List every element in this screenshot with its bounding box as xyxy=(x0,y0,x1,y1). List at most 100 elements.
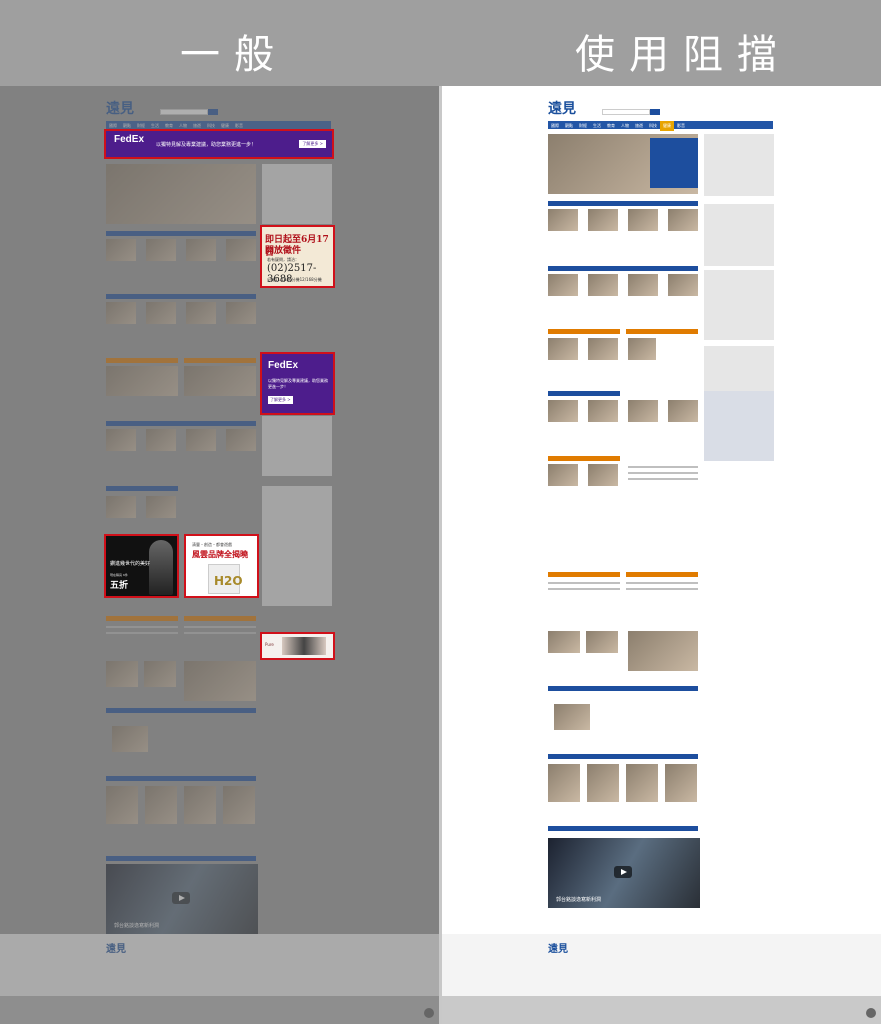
nav-item[interactable]: 生活 xyxy=(590,121,604,131)
person-photo[interactable] xyxy=(548,764,580,802)
play-icon[interactable] xyxy=(614,866,632,878)
article-thumb[interactable] xyxy=(106,496,136,518)
video-player[interactable]: 郭台銘談逸寫新利潤 xyxy=(106,864,258,934)
person-photo[interactable] xyxy=(223,786,255,824)
article-thumb[interactable] xyxy=(588,274,618,296)
nav-item[interactable]: 科技 xyxy=(646,121,660,131)
scroll-top-button[interactable] xyxy=(866,1008,876,1018)
nav-item[interactable]: 觀點 xyxy=(562,121,576,131)
article-thumb[interactable] xyxy=(146,302,176,324)
article-thumb[interactable] xyxy=(146,496,176,518)
article-thumb[interactable] xyxy=(186,429,216,451)
article-thumb[interactable] xyxy=(628,274,658,296)
nav-item[interactable]: 旅遊 xyxy=(632,121,646,131)
article-thumb[interactable] xyxy=(628,631,698,671)
article-thumb[interactable] xyxy=(628,209,658,231)
model-figure xyxy=(149,540,173,595)
nav-item[interactable]: 影音 xyxy=(674,121,688,131)
footer-logo[interactable]: 遠見 xyxy=(106,940,126,955)
person-photo[interactable] xyxy=(626,764,658,802)
blocked-page: 遠見 國際 觀點 財經 生活 教育 人物 旅遊 科技 健康 影音 郭台銘談逸寫新… xyxy=(442,86,881,996)
article-thumb[interactable] xyxy=(548,209,578,231)
nav-item[interactable]: 健康 xyxy=(660,121,674,131)
fedex-banner-ad[interactable]: FedEx 以獨特見解及專業建議，助您業務更進一步！ 了解更多 > xyxy=(104,129,334,159)
article-thumb[interactable] xyxy=(628,400,658,422)
brand-ad[interactable]: 清豐・創造・都會遊戲 風雲品牌全揭曉 H2O xyxy=(184,534,259,598)
article-thumb[interactable] xyxy=(144,661,176,687)
ad-learn-more-button[interactable]: 了解更多 > xyxy=(268,396,293,404)
article-thumb[interactable] xyxy=(106,302,136,324)
nav-item[interactable]: 財經 xyxy=(576,121,590,131)
person-photo[interactable] xyxy=(106,786,138,824)
person-photo[interactable] xyxy=(145,786,177,824)
article-thumb[interactable] xyxy=(184,661,256,701)
article-thumb[interactable] xyxy=(146,429,176,451)
search-button[interactable] xyxy=(650,109,660,115)
nav-item[interactable]: 人物 xyxy=(618,121,632,131)
article-thumb[interactable] xyxy=(588,464,618,486)
section-header xyxy=(548,826,698,831)
scroll-top-button[interactable] xyxy=(424,1008,434,1018)
sidebar-promo xyxy=(704,204,774,266)
search-input[interactable] xyxy=(602,109,650,115)
app-icons-box xyxy=(704,270,774,340)
article-thumb[interactable] xyxy=(184,366,256,396)
play-icon[interactable] xyxy=(172,892,190,904)
article-thumb[interactable] xyxy=(186,302,216,324)
person-photo[interactable] xyxy=(587,764,619,802)
section-header xyxy=(548,456,620,461)
section-header xyxy=(548,391,620,396)
article-thumb[interactable] xyxy=(548,400,578,422)
text-line xyxy=(184,632,256,634)
person-photo[interactable] xyxy=(184,786,216,824)
hero-image[interactable] xyxy=(106,164,256,224)
article-thumb[interactable] xyxy=(106,366,178,396)
article-thumb[interactable] xyxy=(668,400,698,422)
article-thumb[interactable] xyxy=(106,429,136,451)
article-thumb[interactable] xyxy=(226,239,256,261)
article-thumb[interactable] xyxy=(548,631,580,653)
article-thumb[interactable] xyxy=(554,704,590,730)
article-thumb[interactable] xyxy=(586,631,618,653)
article-thumb[interactable] xyxy=(186,239,216,261)
article-thumb[interactable] xyxy=(226,302,256,324)
article-thumb[interactable] xyxy=(226,429,256,451)
article-thumb[interactable] xyxy=(668,209,698,231)
article-thumb[interactable] xyxy=(628,338,656,360)
person-photo[interactable] xyxy=(665,764,697,802)
video-player[interactable]: 郭台銘談逸寫新利潤 xyxy=(548,838,700,908)
article-thumb[interactable] xyxy=(112,726,148,752)
jewelry-ad[interactable]: 鑽進幾世代的美好 現在購買 6件 五折 xyxy=(104,534,179,598)
site-logo[interactable]: 遠見 xyxy=(106,98,134,118)
article-thumb[interactable] xyxy=(668,274,698,296)
video-caption: 郭台銘談逸寫新利潤 xyxy=(556,897,602,903)
article-thumb[interactable] xyxy=(548,274,578,296)
text-line xyxy=(184,626,256,628)
nav-item[interactable]: 教育 xyxy=(604,121,618,131)
ad-learn-more-button[interactable]: 了解更多 > xyxy=(299,140,326,148)
article-thumb[interactable] xyxy=(588,400,618,422)
text-line xyxy=(626,588,698,590)
section-header xyxy=(548,201,698,206)
search-input[interactable] xyxy=(160,109,208,115)
search-button[interactable] xyxy=(208,109,218,115)
article-thumb[interactable] xyxy=(588,209,618,231)
article-thumb[interactable] xyxy=(548,338,578,360)
ad-label: Pure xyxy=(265,642,274,647)
nav-item[interactable]: 國際 xyxy=(548,121,562,131)
article-thumb[interactable] xyxy=(106,239,136,261)
article-thumb[interactable] xyxy=(106,661,138,687)
blocked-panel: 遠見 國際 觀點 財經 生活 教育 人物 旅遊 科技 健康 影音 郭台銘談逸寫新… xyxy=(442,86,881,1024)
store-ad[interactable]: 即日起至6月17日 開放徵件 若有疑問，請洽： (02)2517-3688 分機… xyxy=(260,225,335,288)
footer-logo[interactable]: 遠見 xyxy=(548,940,568,955)
article-thumb[interactable] xyxy=(548,464,578,486)
ad-mark: H2O xyxy=(214,574,243,588)
article-thumb[interactable] xyxy=(146,239,176,261)
fedex-square-ad[interactable]: FedEx 以獨特見解及專業建議，助您業務更進一步！ 了解更多 > xyxy=(260,352,335,415)
article-thumb[interactable] xyxy=(588,338,618,360)
section-header xyxy=(106,358,178,363)
small-product-ad[interactable]: Pure xyxy=(260,632,335,660)
site-logo[interactable]: 遠見 xyxy=(548,98,576,118)
ad-line: 清豐・創造・都會遊戲 xyxy=(192,542,232,547)
section-header xyxy=(548,686,698,691)
